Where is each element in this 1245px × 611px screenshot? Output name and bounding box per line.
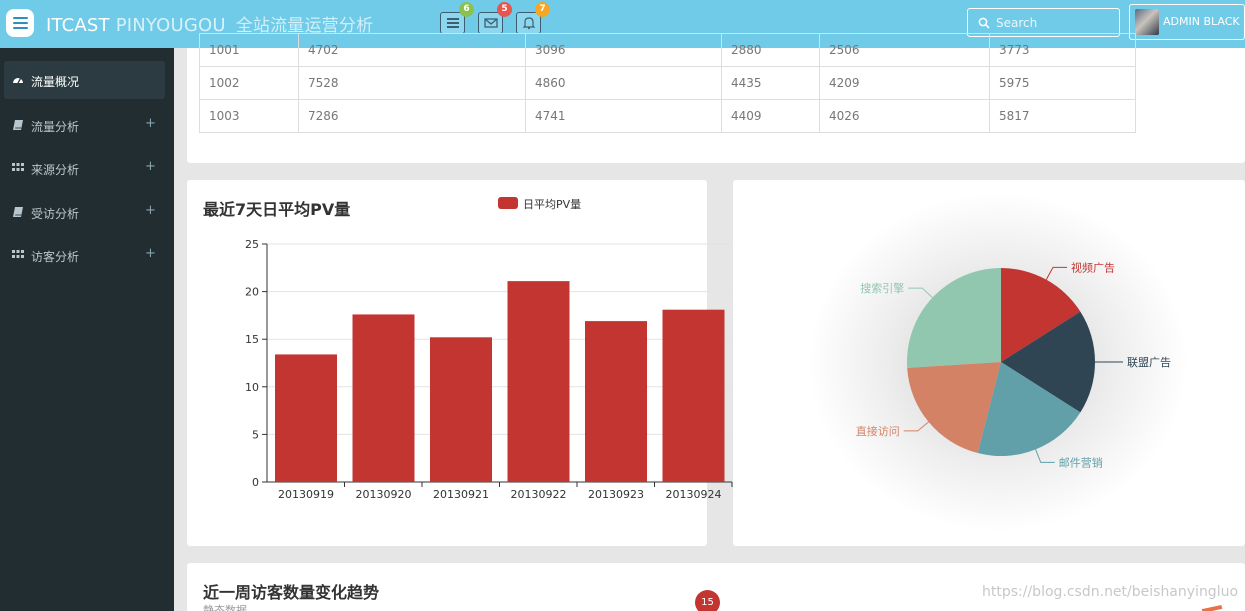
table-cell: 3773	[989, 33, 1136, 67]
table-cell: 4702	[298, 33, 526, 67]
sidebar-toggle-button[interactable]	[6, 9, 34, 37]
table-cell: 1001	[199, 33, 299, 67]
table-cell: 4409	[721, 99, 820, 133]
tasks-badge: 6	[459, 2, 474, 17]
pie-shadow	[808, 192, 1188, 532]
messages-button[interactable]: 5	[478, 2, 512, 34]
table-cell: 3096	[525, 33, 722, 67]
watermark: https://blog.csdn.net/beishanyingluo	[982, 584, 1239, 600]
sidebar-item-label: 来源分析	[31, 163, 80, 177]
table-row: 1001 4702 3096 2880 2506 3773	[199, 33, 1136, 67]
sidebar-item-source-analysis[interactable]: 来源分析 +	[0, 149, 174, 187]
notifications-button[interactable]: 7	[516, 2, 550, 34]
expand-icon[interactable]: +	[145, 159, 156, 174]
expand-icon[interactable]: +	[145, 116, 156, 131]
sidebar-item-label: 访客分析	[31, 250, 80, 264]
table-cell: 4209	[819, 66, 990, 100]
table-cell: 2880	[721, 33, 820, 67]
legend-label: 日平均PV量	[523, 198, 582, 211]
pie-chart-panel	[733, 180, 1245, 546]
data-table: 1001 4702 3096 2880 2506 3773 1002 7528 4860 4435…	[199, 33, 1136, 133]
table-cell: 4435	[721, 66, 820, 100]
legend-swatch[interactable]	[498, 197, 518, 209]
table-cell: 7286	[298, 99, 526, 133]
sidebar-item-visitor-analysis[interactable]: 访客分析 +	[0, 236, 174, 274]
trend-marker-badge: 15	[695, 590, 720, 611]
sidebar-item-label: 流量分析	[31, 120, 80, 134]
table-cell: 2506	[819, 33, 990, 67]
user-menu[interactable]: ADMIN BLACK	[1129, 4, 1245, 40]
table-cell: 1002	[199, 66, 299, 100]
user-name: ADMIN BLACK	[1163, 15, 1240, 28]
bell-icon	[522, 17, 535, 30]
trend-chart-title: 近一周访客数量变化趋势	[203, 583, 380, 602]
table-row: 1002 7528 4860 4435 4209 5975	[199, 66, 1136, 100]
sidebar-item-label: 受访分析	[31, 207, 80, 221]
sidebar: 流量概况 流量分析 + 来源分析 + 受访分析 + 访客分析 +	[0, 48, 174, 611]
notifications-badge: 7	[535, 2, 550, 17]
expand-icon[interactable]: +	[145, 246, 156, 261]
expand-icon[interactable]: +	[145, 203, 156, 218]
book-icon	[13, 120, 23, 130]
search-input[interactable]	[996, 9, 1114, 36]
bar-chart-title: 最近7天日平均PV量	[203, 200, 351, 219]
tasks-button[interactable]: 6	[440, 2, 474, 34]
table-cell: 5975	[989, 66, 1136, 100]
envelope-icon	[483, 18, 498, 28]
search-icon	[978, 17, 990, 29]
grid-icon	[12, 163, 24, 171]
tasks-icon	[446, 18, 459, 28]
table-row: 1003 7286 4741 4409 4026 5817	[199, 99, 1136, 133]
table-cell: 1003	[199, 99, 299, 133]
bar-chart-panel	[187, 180, 707, 546]
sidebar-item-traffic-overview[interactable]: 流量概况	[4, 61, 165, 99]
hamburger-icon	[12, 17, 28, 19]
table-cell: 4741	[525, 99, 722, 133]
table-cell: 4026	[819, 99, 990, 133]
sidebar-item-label: 流量概况	[31, 75, 80, 89]
sidebar-item-traffic-analysis[interactable]: 流量分析 +	[0, 106, 174, 144]
table-cell: 5817	[989, 99, 1136, 133]
table-cell: 4860	[525, 66, 722, 100]
trend-line-fragment	[1201, 604, 1223, 611]
table-cell: 7528	[298, 66, 526, 100]
avatar	[1135, 9, 1159, 35]
trend-subtitle: 静态数据	[203, 604, 247, 611]
grid-icon	[12, 250, 24, 258]
messages-badge: 5	[497, 2, 512, 17]
book-icon	[13, 207, 23, 217]
dashboard-icon	[13, 78, 23, 84]
sidebar-item-visited-analysis[interactable]: 受访分析 +	[0, 193, 174, 231]
